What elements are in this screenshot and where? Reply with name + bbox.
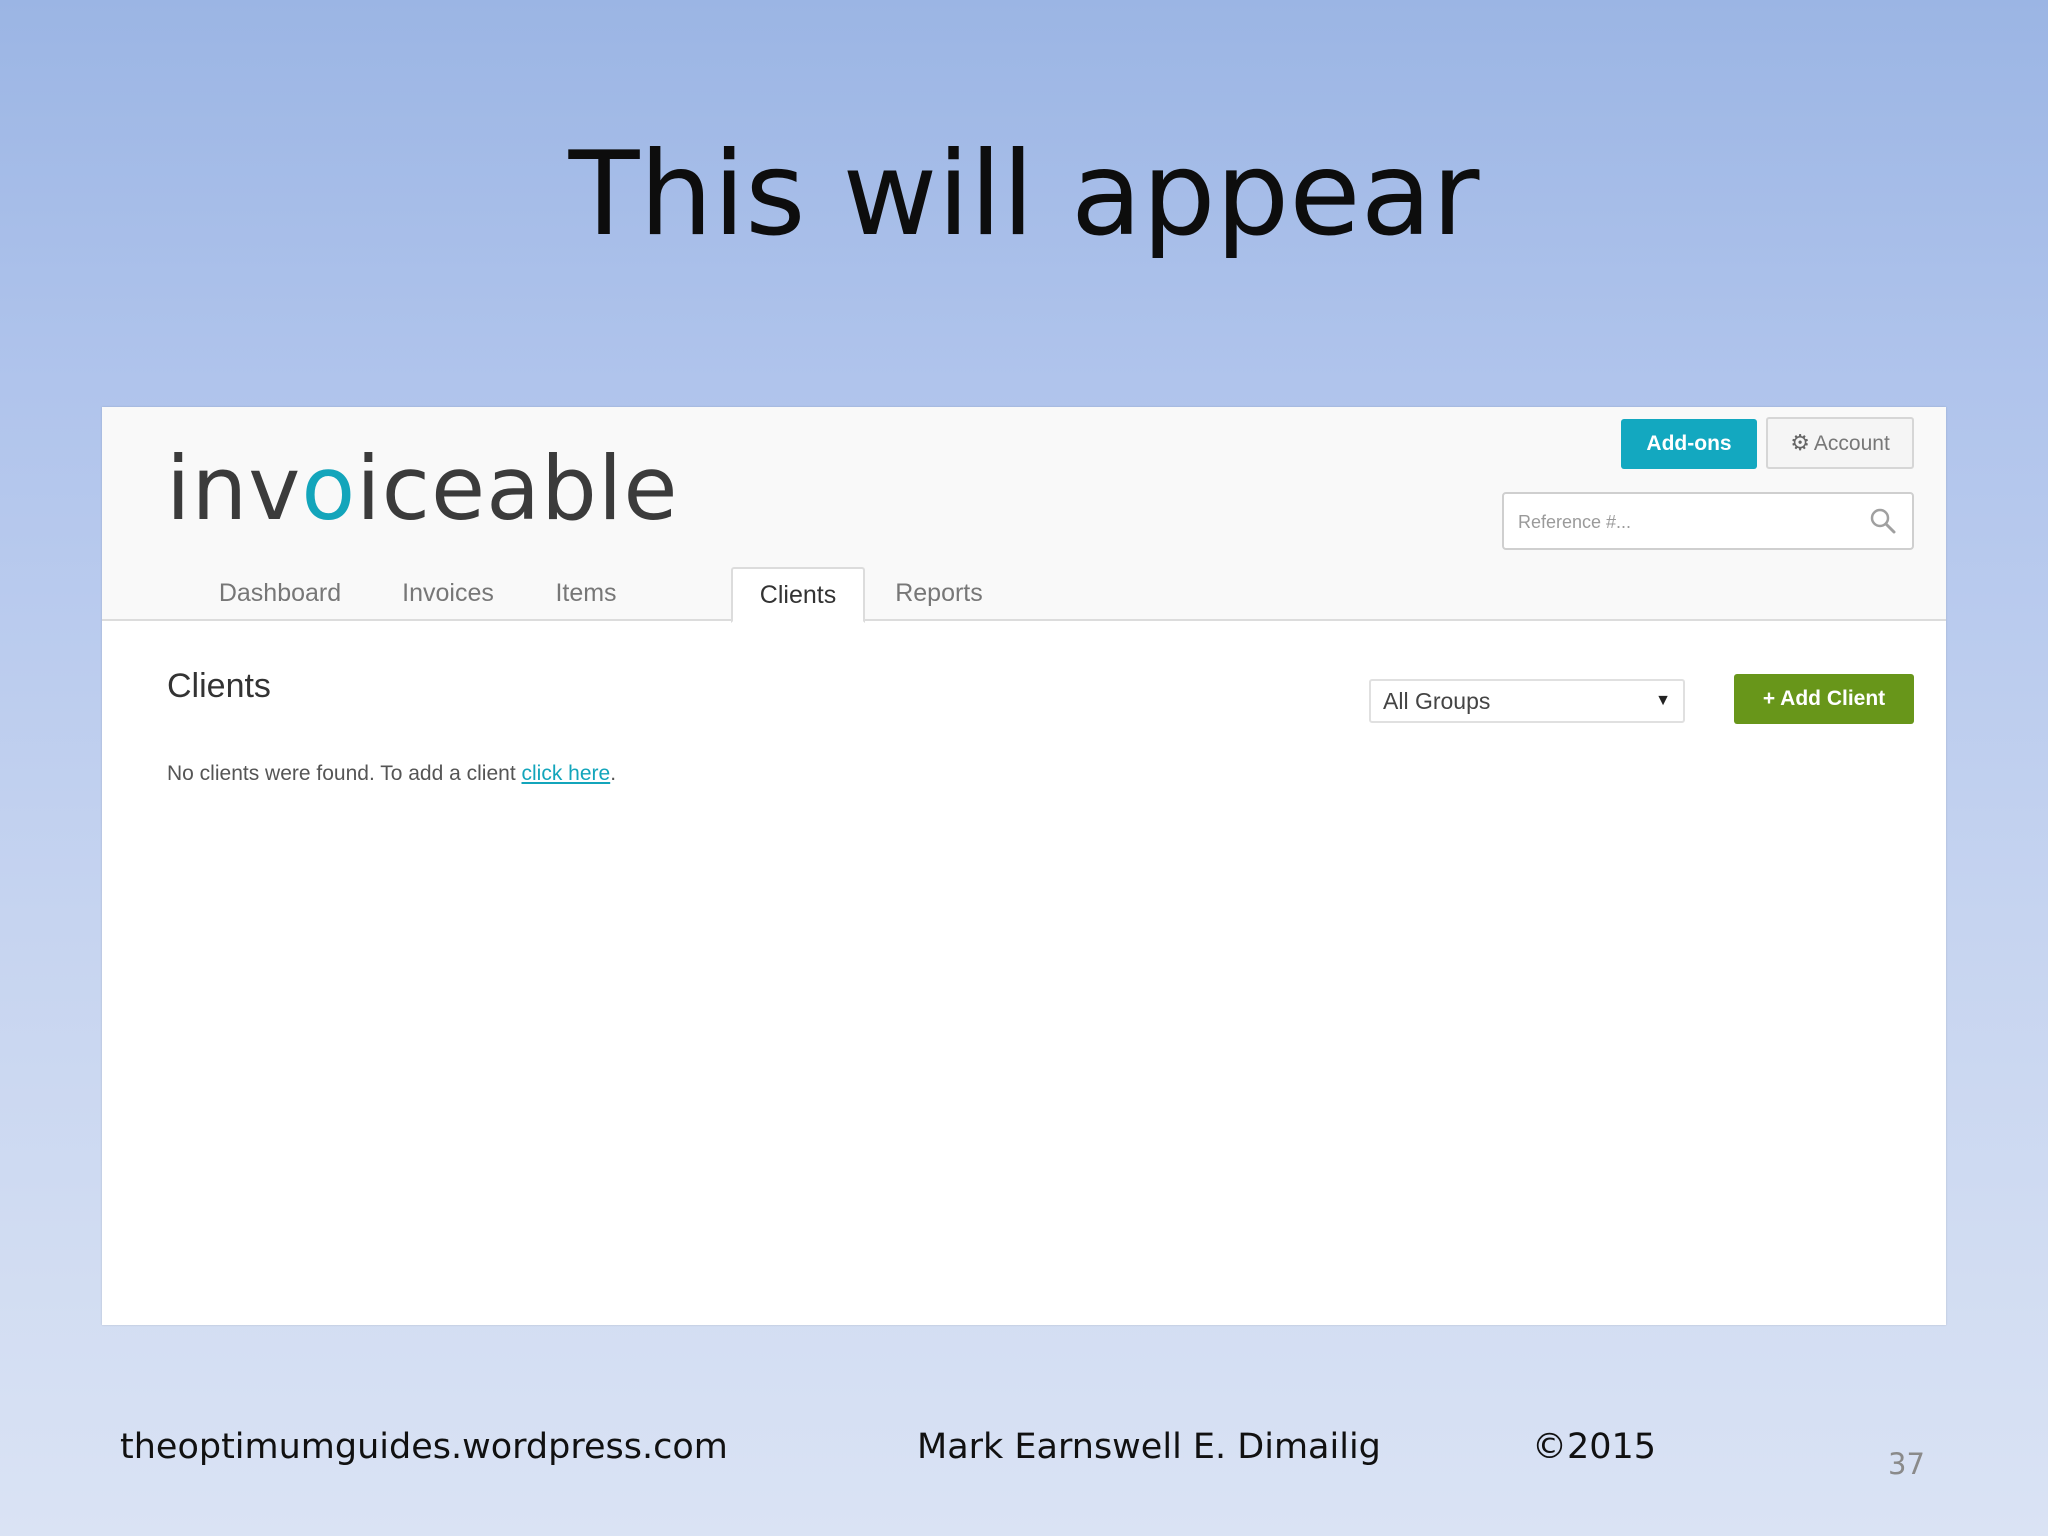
logo-refresh-o: o xyxy=(301,437,357,540)
app-screenshot: invoiceable Add-ons ⚙Account Dashboard I… xyxy=(102,407,1946,1325)
tab-clients[interactable]: Clients xyxy=(731,567,865,623)
gear-icon: ⚙ xyxy=(1790,430,1810,455)
footer-author: Mark Earnswell E. Dimailig xyxy=(917,1427,1381,1467)
search-icon[interactable] xyxy=(1868,506,1898,536)
page-title: Clients xyxy=(167,667,271,705)
slide-page-number: 37 xyxy=(1888,1447,1925,1481)
tab-reports[interactable]: Reports xyxy=(865,567,1013,621)
empty-message-text: No clients were found. To add a client xyxy=(167,762,522,785)
addons-button[interactable]: Add-ons xyxy=(1621,419,1757,469)
footer-copyright: ©2015 xyxy=(1532,1427,1657,1467)
account-label: Account xyxy=(1813,432,1890,455)
account-button[interactable]: ⚙ Account xyxy=(1766,417,1914,469)
add-client-link[interactable]: click here xyxy=(522,762,611,785)
empty-state-message: No clients were found. To add a client c… xyxy=(167,759,616,789)
app-header: invoiceable Add-ons ⚙Account Dashboard I… xyxy=(102,407,1946,623)
group-filter-value: All Groups xyxy=(1383,688,1491,714)
caret-down-icon: ▼ xyxy=(1655,692,1671,709)
invoiceable-logo[interactable]: invoiceable xyxy=(166,439,679,539)
reference-search-input[interactable] xyxy=(1516,502,1840,542)
slide-title: This will appear xyxy=(568,127,1480,262)
footer-website: theoptimumguides.wordpress.com xyxy=(120,1427,728,1467)
reference-search xyxy=(1502,492,1914,550)
tab-items[interactable]: Items xyxy=(528,567,644,621)
tab-invoices[interactable]: Invoices xyxy=(368,567,528,621)
logo-text-start: inv xyxy=(166,437,302,540)
logo-text-end: iceable xyxy=(356,437,679,540)
group-filter-select[interactable]: All Groups ▼ xyxy=(1369,679,1685,723)
tab-dashboard[interactable]: Dashboard xyxy=(192,567,368,621)
empty-message-suffix: . xyxy=(610,762,617,785)
add-client-button[interactable]: + Add Client xyxy=(1734,674,1914,724)
